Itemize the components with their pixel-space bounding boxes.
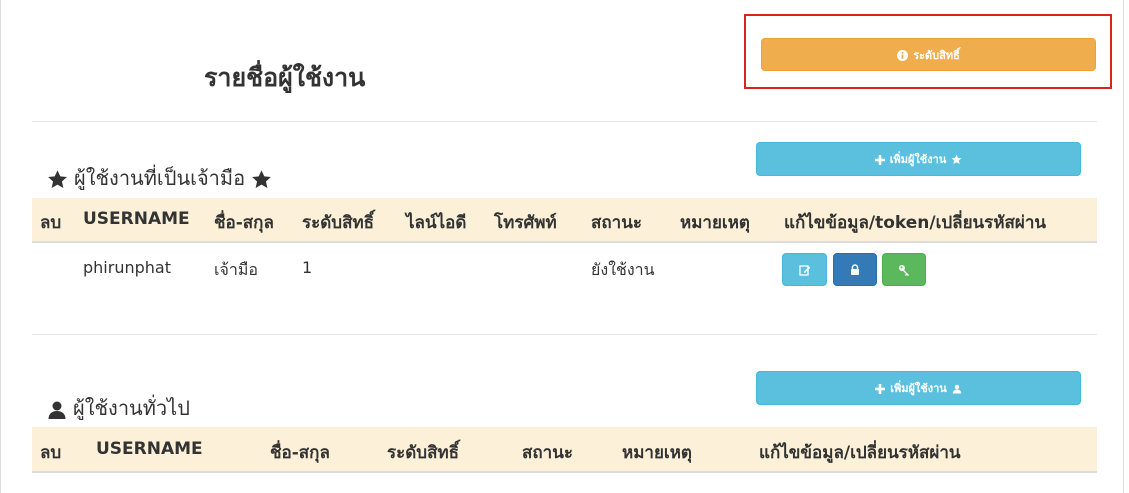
column-header-level: ระดับสิทธิ์ [302,213,375,233]
column-header-actions: แก้ไขข้อมูล/token/เปลี่ยนรหัสผ่าน [784,213,1047,233]
lock-icon [850,263,860,276]
column-header-phone: โทรศัพท์ [494,213,557,233]
star-icon [251,166,272,190]
add-owner-user-button[interactable]: เพิ่มผู้ใช้งาน [756,142,1081,176]
edit-icon [798,263,811,276]
page-title: รายชื่อผู้ใช้งาน [204,63,366,92]
cell-fullname: เจ้ามือ [214,260,258,279]
cell-username: phirunphat [83,258,171,277]
cell-level: 1 [302,258,313,277]
user-icon [952,382,962,395]
star-icon [951,153,962,166]
edit-button[interactable] [782,253,827,286]
star-icon [47,166,68,190]
add-owner-user-label: เพิ่มผู้ใช้งาน [889,153,947,166]
column-header-note: หมายเหตุ [680,213,750,233]
page-right-border [1123,0,1124,493]
column-header-fullname: ชื่อ-สกุล [270,443,330,463]
key-icon [898,263,910,276]
user-icon [47,396,67,420]
token-button[interactable] [833,253,877,286]
column-header-note: หมายเหตุ [622,443,692,463]
add-general-user-button[interactable]: เพิ่มผู้ใช้งาน [756,371,1081,405]
cell-status: ยังใช้งาน [591,260,655,279]
plus-icon [874,153,885,166]
owner-section-label: ผู้ใช้งานที่เป็นเจ้ามือ [74,166,246,190]
owner-section-title: ผู้ใช้งานที่เป็นเจ้ามือ [47,162,272,194]
general-section-label: ผู้ใช้งานทั่วไป [73,396,190,420]
add-general-user-label: เพิ่มผู้ใช้งาน [890,382,947,395]
column-header-delete: ลบ [40,213,62,233]
column-header-status: สถานะ [522,443,573,463]
column-header-status: สถานะ [591,213,642,233]
permission-level-button[interactable]: ระดับสิทธิ์ [761,38,1096,71]
change-password-button[interactable] [882,253,926,286]
divider [32,334,1097,335]
permission-level-label: ระดับสิทธิ์ [913,48,960,62]
general-section-title: ผู้ใช้งานทั่วไป [47,392,190,424]
column-header-fullname: ชื่อ-สกุล [214,213,274,233]
plus-icon [875,382,886,395]
column-header-username: USERNAME [83,209,190,229]
column-header-level: ระดับสิทธิ์ [387,443,460,463]
divider [32,121,1097,122]
column-header-line-id: ไลน์ไอดี [406,213,467,233]
column-header-delete: ลบ [40,443,62,463]
page-left-border [0,0,1,493]
column-header-username: USERNAME [96,439,203,459]
info-circle-icon [897,48,909,61]
column-header-actions: แก้ไขข้อมูล/เปลี่ยนรหัสผ่าน [759,443,961,463]
